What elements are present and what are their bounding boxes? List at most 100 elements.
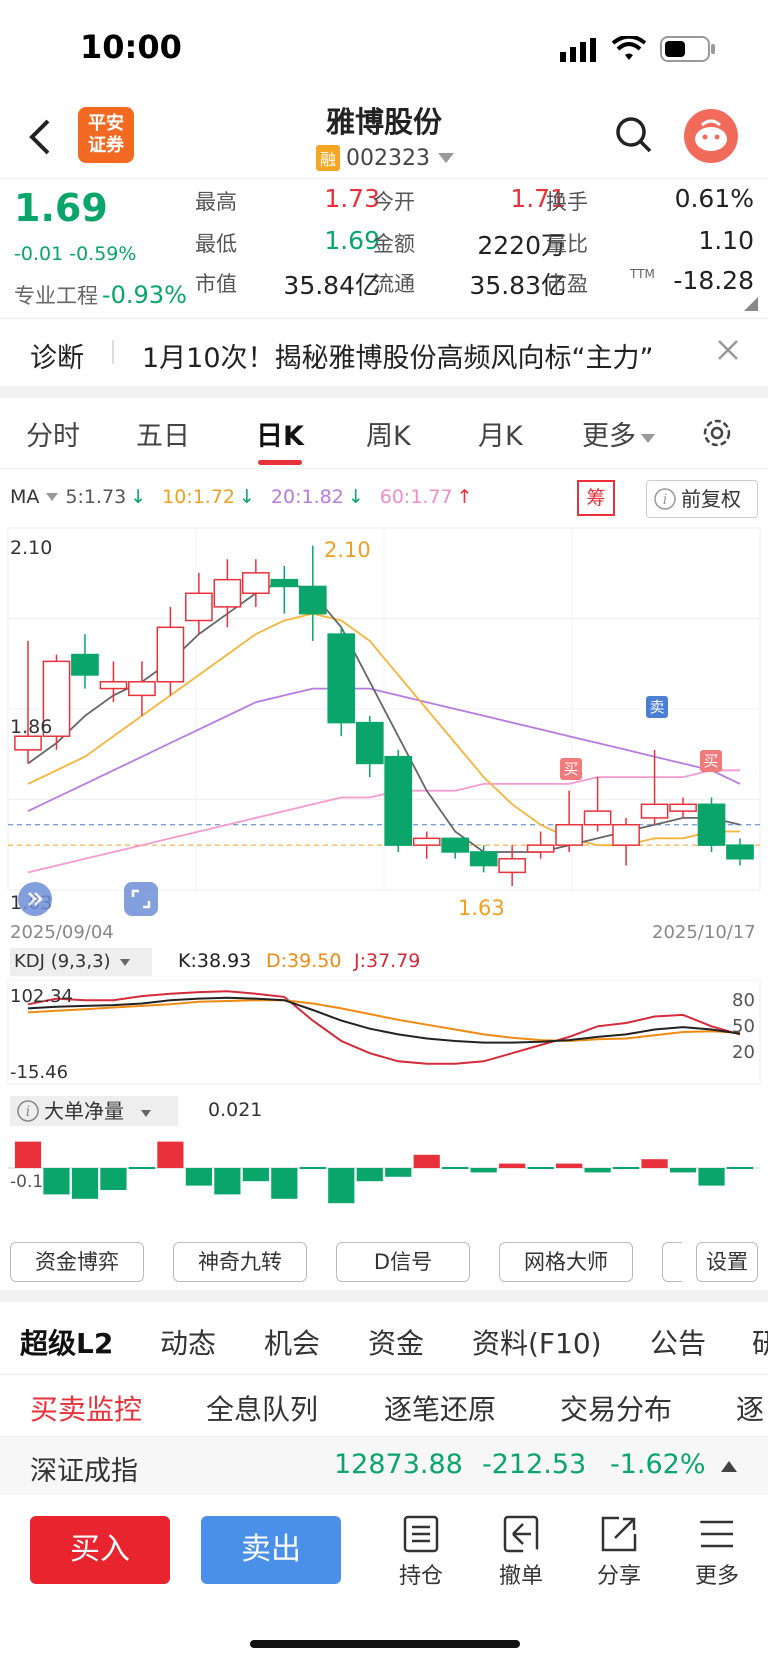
index-value: 12873.88	[334, 1449, 463, 1480]
bigorder-bar	[413, 1154, 440, 1168]
kdj-chart[interactable]	[0, 980, 768, 1086]
bigorder-bar	[499, 1163, 526, 1168]
kdj-k-line	[27, 996, 741, 1044]
subtab-order-queue[interactable]: 全息队列	[206, 1388, 318, 1428]
detail-tabs: 超级L2 动态 机会 资金 资料(F10) 公告 研	[0, 1302, 768, 1374]
stock-code: 002323	[346, 145, 430, 171]
tab-research[interactable]: 研	[752, 1322, 768, 1362]
ma-legend[interactable]: MA 5:1.73 ↓ 10:1.72 ↓ 20:1.82 ↓ 60:1.77 ↑	[10, 486, 489, 508]
margin-badge: 融	[316, 145, 341, 171]
bigorder-y-label: -0.1	[10, 1172, 44, 1192]
ttm-label: TTM	[630, 267, 655, 281]
tab-weekly-k[interactable]: 周K	[366, 414, 411, 453]
tab-funds[interactable]: 资金	[368, 1322, 424, 1362]
kdj-level-20: 20	[732, 1042, 755, 1063]
candle-body	[270, 578, 299, 588]
stat-value: 1.73	[324, 184, 380, 213]
buy-signal-marker[interactable]: 买	[560, 758, 582, 780]
tool-hidden[interactable]	[662, 1242, 682, 1282]
kdj-selector[interactable]: KDJ (9,3,3)	[10, 948, 152, 976]
sell-signal-marker[interactable]: 卖	[646, 696, 668, 718]
holdings-button[interactable]: 持仓	[386, 1514, 456, 1590]
tab-news[interactable]: 动态	[160, 1322, 216, 1362]
change-percent: -0.59%	[69, 243, 137, 265]
sector-change[interactable]: 专业工程 -0.93%	[14, 280, 187, 310]
tool-grid-master[interactable]: 网格大师	[499, 1242, 633, 1282]
tab-super-l2[interactable]: 超级L2	[20, 1322, 113, 1362]
diagnosis-banner[interactable]: 诊断 1月10次！揭秘雅博股份高频风向标“主力”	[0, 318, 768, 386]
ma-trend-arrow: ↑	[456, 486, 473, 508]
stat-label: 最低	[195, 232, 237, 256]
tab-opportunity[interactable]: 机会	[264, 1322, 320, 1362]
tab-more-label: 更多	[582, 421, 636, 452]
ma-values: 5:1.73 ↓ 10:1.72 ↓ 20:1.82 ↓ 60:1.77 ↑	[65, 486, 488, 508]
buy-signal-marker-2[interactable]: 买	[700, 750, 722, 772]
settings-gear-icon[interactable]	[700, 416, 734, 457]
bigorder-bar	[242, 1168, 269, 1182]
stock-code-selector[interactable]: 融 002323	[316, 145, 456, 171]
subtab-trade-distribution[interactable]: 交易分布	[560, 1388, 672, 1428]
adjust-mode-button[interactable]: i 前复权	[646, 480, 758, 518]
fullscreen-icon[interactable]	[124, 882, 158, 916]
kdj-j-value: J:37.79	[354, 950, 421, 972]
tool-settings[interactable]: 设置	[696, 1242, 758, 1282]
holdings-label: 持仓	[398, 1564, 443, 1589]
stock-header: 平安 证券 雅博股份 融 002323	[0, 95, 768, 180]
assistant-avatar[interactable]	[684, 109, 738, 163]
tool-nine-turn[interactable]: 神奇九转	[173, 1242, 307, 1282]
tab-monthly-k[interactable]: 月K	[478, 414, 523, 453]
stat-label: 量比	[546, 232, 588, 256]
min-price-label: 1.63	[458, 896, 505, 920]
info-icon: i	[654, 488, 676, 510]
bigorder-value: 0.021	[208, 1099, 263, 1121]
tab-announcements[interactable]: 公告	[650, 1322, 706, 1362]
chevron-down-icon	[641, 434, 655, 443]
ma-trend-arrow: ↓	[347, 486, 364, 508]
date-start: 2025/09/04	[10, 922, 114, 943]
tab-more[interactable]: 更多	[582, 414, 656, 453]
tool-d-signal[interactable]: D信号	[336, 1242, 470, 1282]
ma-value: 20:1.82 ↓	[271, 486, 364, 508]
chip-distribution-button[interactable]: 筹	[577, 480, 615, 516]
ma-value-text: 60:1.77	[379, 486, 453, 508]
chevron-down-icon	[438, 153, 454, 163]
menu-icon	[700, 1520, 733, 1548]
bigorder-selector[interactable]: i 大单净量	[10, 1096, 178, 1126]
chart-period-tabs: 分时 五日 日K 周K 月K 更多	[0, 398, 768, 468]
bigorder-bar	[584, 1168, 611, 1173]
tab-intraday[interactable]: 分时	[26, 414, 80, 453]
candle-body	[185, 592, 213, 622]
ma-trend-arrow: ↓	[130, 486, 147, 508]
subtab-tick-replay[interactable]: 逐笔还原	[384, 1388, 496, 1428]
cancel-order-button[interactable]: 撤单	[486, 1514, 556, 1590]
kline-chart[interactable]	[0, 526, 768, 916]
ma-label: MA	[10, 486, 40, 508]
stat-label: 流通	[373, 272, 415, 296]
expand-up-icon	[721, 1461, 737, 1472]
subtab-more[interactable]: 逐	[736, 1388, 764, 1428]
ma-value-text: 5:1.73	[65, 486, 127, 508]
stat-value: 1.10	[698, 226, 754, 255]
index-ticker[interactable]: 深证成指 12873.88 -212.53 -1.62%	[0, 1437, 768, 1495]
expand-left-icon[interactable]	[18, 882, 52, 916]
buy-button[interactable]: 买入	[30, 1516, 170, 1584]
tab-daily-k[interactable]: 日K	[256, 414, 304, 453]
share-button[interactable]: 分享	[584, 1514, 654, 1590]
bigorder-chart[interactable]	[0, 1128, 768, 1230]
bigorder-bar	[14, 1141, 42, 1168]
more-button[interactable]: 更多	[682, 1514, 752, 1590]
price-change: -0.01 -0.59%	[14, 243, 136, 265]
search-icon[interactable]	[614, 115, 654, 159]
bigorder-bar	[328, 1168, 355, 1204]
subtab-trade-monitor[interactable]: 买卖监控	[30, 1388, 142, 1428]
tool-fund-game[interactable]: 资金博弈	[10, 1242, 144, 1282]
sell-button[interactable]: 卖出	[201, 1516, 341, 1584]
index-change: -212.53	[482, 1449, 587, 1480]
expand-corner-icon[interactable]	[744, 296, 758, 315]
close-icon[interactable]	[716, 338, 740, 366]
kdj-y-bottom: -15.46	[10, 1062, 69, 1083]
candle-body	[469, 851, 498, 867]
tab-five-day[interactable]: 五日	[136, 414, 190, 453]
tab-f10[interactable]: 资料(F10)	[472, 1322, 602, 1362]
info-icon: i	[17, 1100, 39, 1122]
